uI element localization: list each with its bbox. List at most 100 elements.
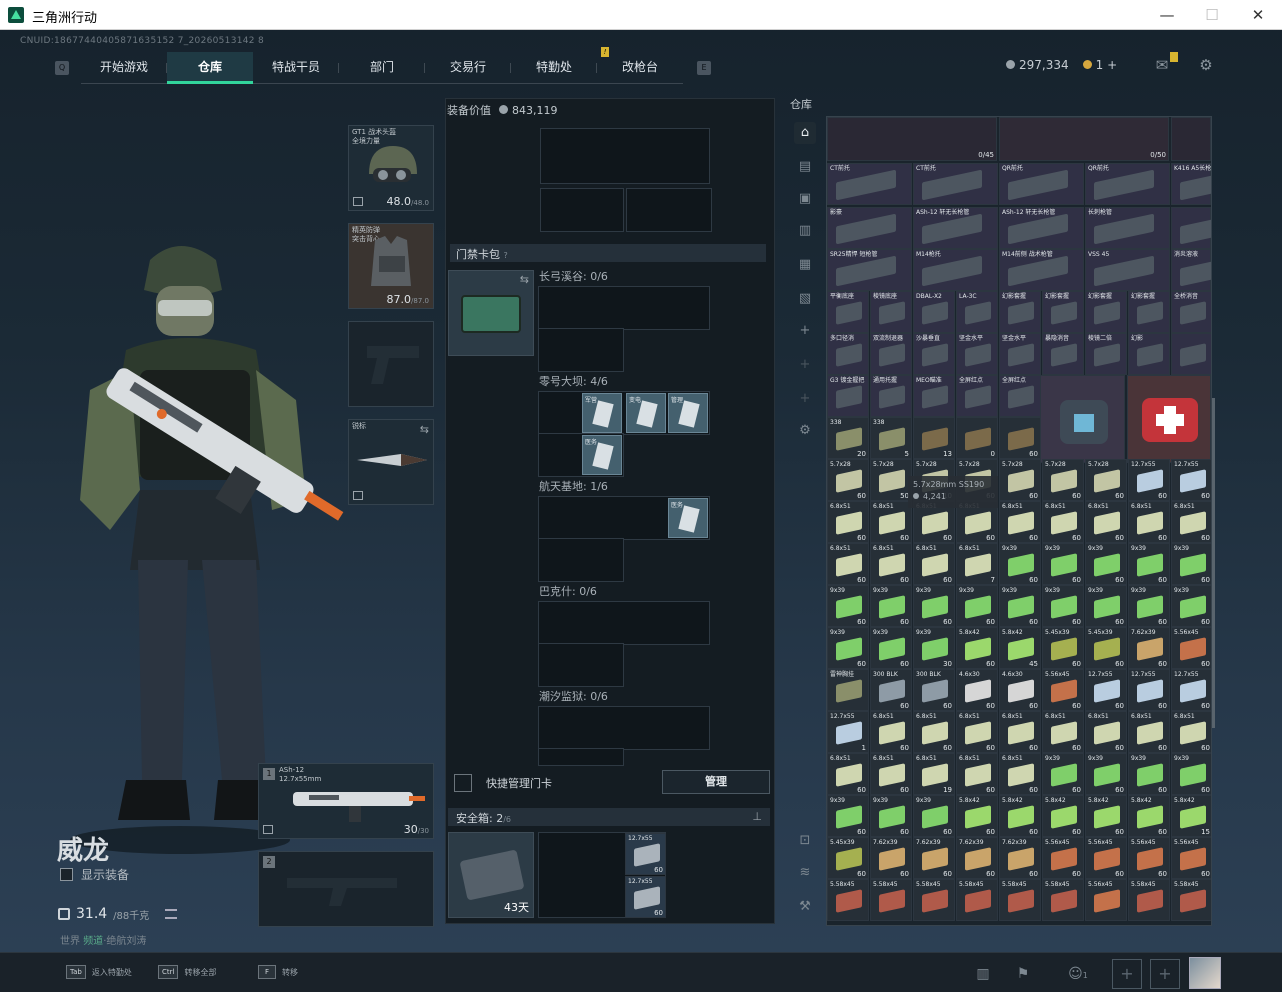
stash-item[interactable]: 6.8x51 60 [999, 753, 1041, 795]
secondary-weapon-slot[interactable]: 2 [258, 851, 434, 927]
stash-item[interactable]: 6.8x51 19 [913, 753, 955, 795]
stash-item[interactable]: 12.7x55 60 [1128, 459, 1170, 501]
warehouse-all-icon[interactable]: ⌂ [794, 122, 816, 144]
tab-gunsmith[interactable]: 改枪台 [597, 52, 683, 84]
keycard-grid[interactable] [538, 706, 710, 750]
stash-item[interactable]: 5.8x42 60 [999, 795, 1041, 837]
stash-item[interactable]: 6.8x51 60 [827, 543, 869, 585]
stash-item[interactable]: 6.8x51 60 [870, 543, 912, 585]
backpack-item[interactable] [1039, 375, 1125, 463]
stash-item[interactable]: 6.8x51 60 [1171, 711, 1211, 753]
avatar[interactable] [1189, 957, 1221, 989]
stash-item[interactable]: 双流制退器 [870, 333, 912, 375]
stash-item[interactable]: 5.58x45 [870, 879, 912, 921]
stash-item[interactable]: 300 BLK 60 [870, 669, 912, 711]
stash-item[interactable]: 7.62x39 60 [913, 837, 955, 879]
keycard-item[interactable]: 军营 [582, 393, 622, 433]
safebox-item[interactable]: 43天 [448, 832, 534, 918]
stash-item[interactable]: 5.58x45 [956, 879, 998, 921]
stash-item[interactable]: 12.7x55 60 [1171, 459, 1211, 501]
stash-item[interactable]: 5.58x45 [1128, 879, 1170, 921]
part-item[interactable] [1171, 117, 1211, 161]
stash-item[interactable]: 6.8x51 60 [1085, 501, 1127, 543]
stash-item[interactable]: 4.6x30 60 [956, 669, 998, 711]
warehouse-grid[interactable]: 0/45 0/50 CT前托 CT前托 QR前托 QR前托 K416 A5长枪管影豪 AS… [826, 116, 1212, 926]
stash-item[interactable]: 9x39 60 [1128, 753, 1170, 795]
stash-item[interactable]: 6.8x51 60 [870, 501, 912, 543]
stash-item[interactable]: 12.7x55 60 [1171, 669, 1211, 711]
category-gun-icon[interactable]: ▤ [794, 156, 816, 178]
stash-item[interactable]: 7.62x39 60 [999, 837, 1041, 879]
stash-item[interactable]: 幻影 [1128, 333, 1170, 375]
settings-gear-icon[interactable]: ⚙ [1196, 56, 1216, 74]
stash-item[interactable]: 平衡底座 [827, 291, 869, 333]
nav-next-key-icon[interactable]: E [697, 61, 711, 75]
stash-item[interactable]: 棱镜底座 [870, 291, 912, 333]
stash-item[interactable]: 12.7x55 60 [1128, 669, 1170, 711]
stash-item[interactable]: 6.8x51 60 [1128, 501, 1170, 543]
stash-item[interactable]: 338 20 [827, 417, 869, 459]
stash-item[interactable]: 13 [913, 417, 955, 459]
stash-item[interactable]: 9x39 60 [1171, 543, 1211, 585]
stash-item[interactable]: 6.8x51 60 [870, 711, 912, 753]
stash-item[interactable]: 7.62x39 60 [956, 837, 998, 879]
stash-item[interactable]: 5.56x45 60 [1042, 837, 1084, 879]
weapon-item[interactable]: 0/45 [827, 117, 997, 161]
stash-item[interactable]: 9x39 60 [1128, 543, 1170, 585]
stash-item[interactable]: 消炎溶液 [1171, 249, 1211, 291]
invite-slot-button[interactable]: + [1112, 959, 1142, 989]
stash-item[interactable] [1171, 207, 1211, 249]
stash-item[interactable]: 5.45x39 60 [1085, 627, 1127, 669]
keycard-item[interactable]: 管理 [668, 393, 708, 433]
stash-item[interactable]: 6.8x51 60 [1042, 501, 1084, 543]
category-misc-icon[interactable]: ▧ [794, 288, 816, 310]
helmet-slot[interactable]: GT1 战术头盔 全境力量 48.0/48.0 [348, 125, 434, 211]
stash-item[interactable]: 5.8x42 60 [956, 795, 998, 837]
armor-slot[interactable]: 精英防弹 突击背心 87.0/87.0 [348, 223, 434, 309]
stash-item[interactable]: 影豪 [827, 207, 912, 249]
stash-item[interactable]: 12.7x55 1 [827, 711, 869, 753]
safebox-ammo-item[interactable]: 12.7x55 60 [625, 876, 666, 918]
stash-item[interactable]: 9x39 60 [913, 795, 955, 837]
keycard-grid[interactable] [538, 538, 624, 582]
keycard-grid[interactable] [538, 601, 710, 645]
stash-item[interactable]: 通用托握 [870, 375, 912, 417]
safebox-ammo-item[interactable]: 12.7x55 60 [625, 833, 666, 875]
stash-item[interactable]: 5.8x42 60 [1042, 795, 1084, 837]
stash-item[interactable]: 7.62x39 60 [1128, 627, 1170, 669]
manage-button[interactable]: 管理 [662, 770, 770, 794]
invite-slot-button[interactable]: + [1150, 959, 1180, 989]
tools-icon[interactable]: ⚒ [794, 896, 816, 918]
stash-item[interactable]: G3 镀金握把 [827, 375, 869, 417]
stash-item[interactable]: 棱镜二倍 [1085, 333, 1127, 375]
stash-item[interactable]: 0 [956, 417, 998, 459]
stash-item[interactable]: 9x39 60 [1085, 585, 1127, 627]
stash-item[interactable]: ASh-12 轩无长枪管 [913, 207, 998, 249]
stash-item[interactable]: 全桥消音 [1171, 291, 1211, 333]
tab-special-ops[interactable]: 特勤处! [511, 47, 609, 84]
stash-item[interactable]: K416 A5长枪管 [1171, 163, 1211, 205]
category-case-icon[interactable]: ▣ [794, 188, 816, 210]
stash-item[interactable]: 6.8x51 60 [956, 711, 998, 753]
weapon-item[interactable]: 0/50 [999, 117, 1169, 161]
stash-item[interactable]: 6.8x51 60 [913, 711, 955, 753]
stash-item[interactable]: 雷神胸挂 [827, 669, 869, 711]
stash-item[interactable]: 5.56x45 60 [1171, 837, 1211, 879]
stash-item[interactable]: 5.58x45 [999, 879, 1041, 921]
stash-item[interactable]: 9x39 60 [827, 585, 869, 627]
keycard-grid[interactable] [538, 748, 624, 766]
friends-icon[interactable]: ☺1 [1058, 961, 1098, 987]
stash-item[interactable]: 5.56x45 60 [1171, 627, 1211, 669]
stash-item[interactable]: 9x39 60 [870, 627, 912, 669]
checkbox[interactable] [60, 868, 73, 881]
stash-item[interactable]: 5.8x42 60 [1085, 795, 1127, 837]
keycard-item[interactable]: 医务 [668, 498, 708, 538]
stash-item[interactable]: 6.8x51 60 [1042, 711, 1084, 753]
stash-item[interactable]: QR前托 [1085, 163, 1170, 205]
stash-item[interactable]: QR前托 [999, 163, 1084, 205]
stash-item[interactable]: 5.58x45 [1171, 879, 1211, 921]
stash-item[interactable]: 5.58x45 [913, 879, 955, 921]
add-page-icon[interactable]: + [794, 354, 816, 376]
stash-item[interactable]: 长刺枪管 [1085, 207, 1170, 249]
stash-item[interactable]: 5.7x28 60 [827, 459, 869, 501]
